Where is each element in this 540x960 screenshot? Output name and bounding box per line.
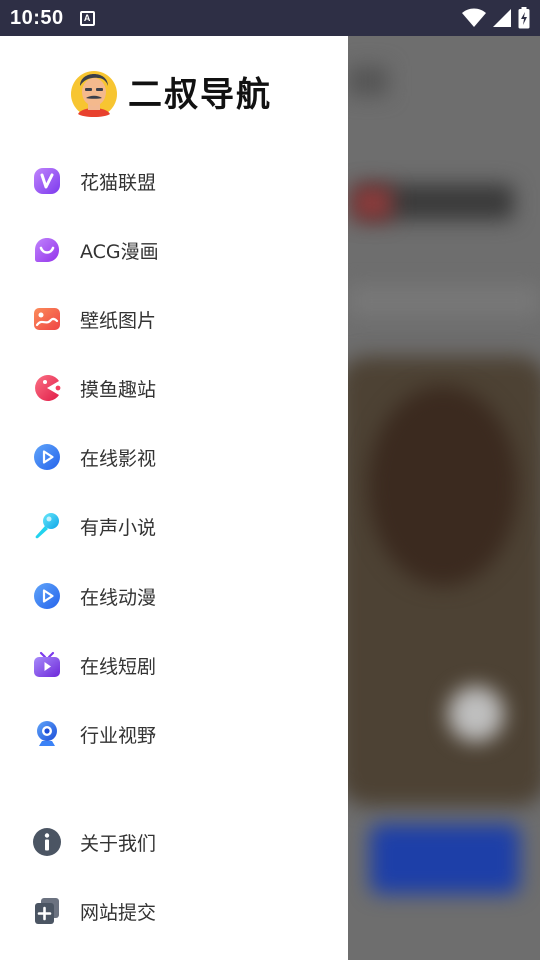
menu-item-label: 有声小说 <box>80 516 157 539</box>
mascot-avatar-icon <box>71 71 117 117</box>
menu-item-huamao[interactable]: 花猫联盟 <box>0 153 348 209</box>
menu-item-audio-novels[interactable]: 有声小说 <box>0 498 348 554</box>
menu-item-label: 在线动漫 <box>80 586 157 609</box>
menu-item-label: 网站提交 <box>80 901 157 924</box>
menu-item-short-drama[interactable]: 在线短剧 <box>0 637 348 693</box>
menu-item-industry-vision[interactable]: 行业视野 <box>0 706 348 762</box>
menu-item-fun-sites[interactable]: 摸鱼趣站 <box>0 360 348 416</box>
brand-header: 二叔导航 <box>68 64 272 118</box>
menu-item-about-us[interactable]: 关于我们 <box>0 814 348 870</box>
menu-item-submit-site[interactable]: 网站提交 <box>0 883 348 939</box>
background-blur-shape <box>348 66 388 96</box>
status-bar: 10:50 A <box>0 0 540 36</box>
menu-item-label: ACG漫画 <box>80 240 159 263</box>
menu-item-label: 摸鱼趣站 <box>80 378 157 401</box>
navigation-drawer: 二叔导航 花猫联盟 ACG漫画 壁纸图片 摸鱼趣站 在线影视 有声小说 在线动漫… <box>0 36 348 960</box>
background-blur-shape <box>368 386 518 586</box>
background-blur-shape <box>370 824 520 894</box>
menu-item-label: 在线短剧 <box>80 655 157 678</box>
image-icon <box>34 308 60 330</box>
pacman-icon <box>35 375 61 401</box>
v-badge-icon <box>34 168 60 194</box>
menu-item-label: 花猫联盟 <box>80 171 157 194</box>
brand-title: 二叔导航 <box>128 74 272 115</box>
background-blur-shape <box>348 286 540 316</box>
background-blur-shape <box>448 686 504 742</box>
play-circle-icon <box>34 444 60 470</box>
menu-item-label: 行业视野 <box>80 724 157 747</box>
menu-item-label: 在线影视 <box>80 447 157 470</box>
wifi-icon <box>462 8 486 27</box>
status-time: 10:50 <box>10 6 64 29</box>
battery-charging-icon <box>518 7 530 29</box>
menu-item-label: 壁纸图片 <box>80 309 157 332</box>
status-icons <box>462 7 530 29</box>
menu-item-wallpaper[interactable]: 壁纸图片 <box>0 291 348 347</box>
menu-item-label: 关于我们 <box>80 832 157 855</box>
smile-bubble-icon <box>35 238 59 262</box>
add-copy-icon <box>35 898 59 924</box>
info-icon <box>33 828 61 856</box>
menu-item-acg-comics[interactable]: ACG漫画 <box>0 222 348 278</box>
microphone-icon <box>35 513 59 539</box>
tv-icon <box>34 651 60 677</box>
background-app-scrim[interactable] <box>348 36 540 960</box>
a-icon: A <box>79 10 95 26</box>
play-circle-icon <box>34 583 60 609</box>
webcam-icon <box>37 721 57 746</box>
background-blur-shape <box>352 186 392 220</box>
menu-item-online-anime[interactable]: 在线动漫 <box>0 568 348 624</box>
signal-icon <box>493 9 511 27</box>
menu-item-online-video[interactable]: 在线影视 <box>0 429 348 485</box>
